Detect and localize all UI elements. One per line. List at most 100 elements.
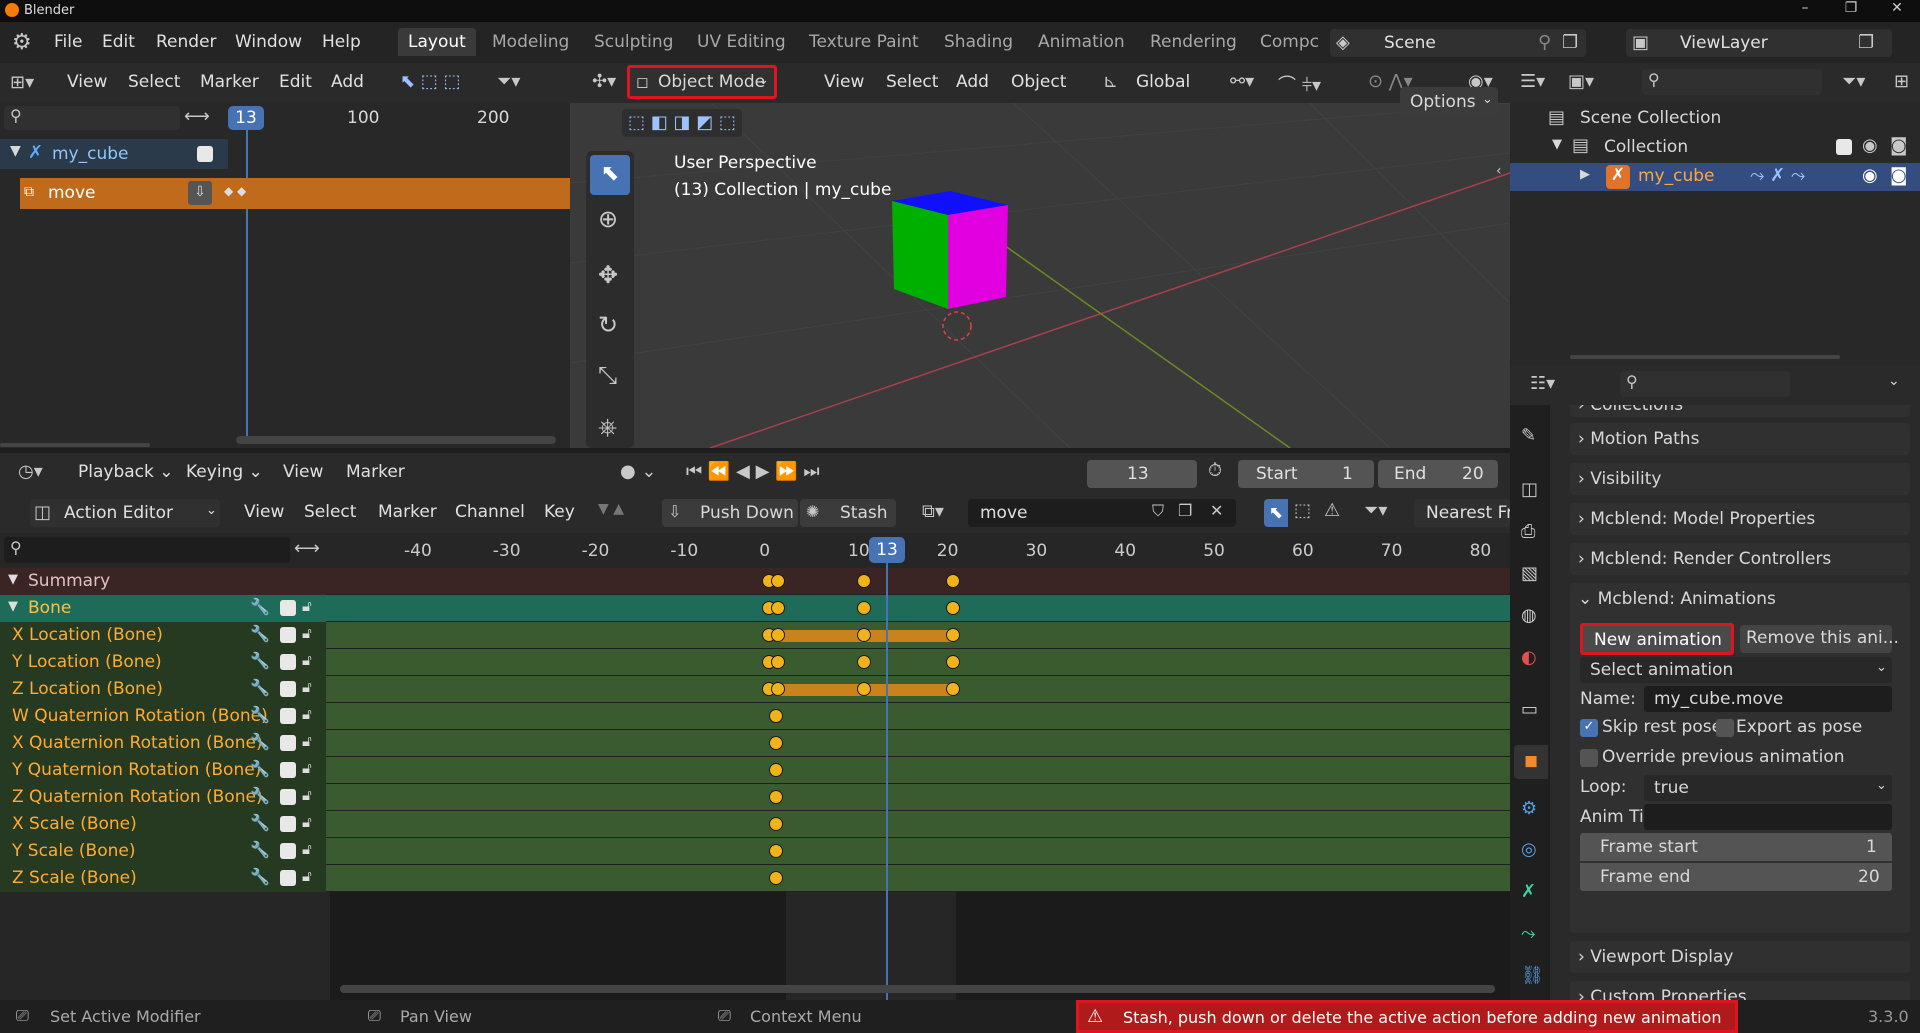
keyframe[interactable] (946, 628, 960, 642)
editor-mode-dropdown[interactable]: ◫ Action Editor ⌄ (30, 499, 220, 527)
summary-row[interactable]: Summary ▼ (0, 568, 1510, 595)
action-browse-icon[interactable]: ⧉▾ (922, 501, 944, 522)
panel-motion-paths[interactable]: › Motion Paths (1570, 423, 1910, 455)
only-selected-icon[interactable]: ⬉ (1264, 499, 1288, 527)
expand-icon[interactable]: ▼ (8, 572, 18, 587)
frame-end-field[interactable]: Frame end 20 (1580, 863, 1892, 891)
duplicate-icon[interactable]: ❐ (1178, 501, 1192, 520)
modifier-icon[interactable]: 🔧 (250, 786, 270, 805)
collection-tab-icon[interactable]: ▭ (1521, 699, 1538, 720)
snap-dropdown[interactable]: Nearest Fr (1414, 499, 1510, 527)
keyframe[interactable] (771, 628, 785, 642)
lock-icon[interactable]: 🔓︎ (302, 867, 312, 885)
viewport-menu-view[interactable]: View (824, 72, 864, 92)
nla-search-input[interactable]: ⚲ (4, 106, 180, 130)
display-mode-icon[interactable]: ▣▾ (1568, 71, 1594, 92)
modifier-icon[interactable]: 🔧 (250, 651, 270, 670)
channel-checkbox[interactable] (280, 627, 296, 643)
new-collection-icon[interactable]: ⊞ (1894, 71, 1909, 92)
override-checkbox[interactable] (1580, 749, 1598, 767)
fake-user-icon[interactable]: ⛉ (1152, 501, 1164, 521)
editor-type-icon[interactable]: ✣▾ (592, 71, 616, 92)
nla-menu-select[interactable]: Select (128, 72, 180, 92)
skip-rest-poses-checkbox[interactable]: ✓ (1580, 719, 1598, 737)
anim-time-input[interactable] (1644, 804, 1892, 830)
track-checkbox[interactable] (197, 146, 213, 162)
keyframe[interactable] (946, 682, 960, 696)
keyframe[interactable] (771, 655, 785, 669)
channel-row[interactable]: Z Quaternion Rotation (Bone) 🔧 🔓︎ (0, 784, 1510, 811)
lock-icon[interactable]: 🔓︎ (302, 678, 312, 696)
output-tab-icon[interactable]: ⎙ (1521, 521, 1535, 542)
cursor-tool-icon[interactable]: ⊕ (598, 205, 618, 233)
keyframe[interactable] (769, 844, 783, 858)
channel-name[interactable]: Z Location (Bone) (12, 679, 163, 699)
sync-icon[interactable]: ⟷ (294, 538, 320, 559)
modifier-icon[interactable]: 🔧 (250, 597, 270, 616)
channel-search-input[interactable]: ⚲ (4, 537, 290, 563)
nla-current-frame[interactable]: 13 (228, 106, 264, 130)
menu-file[interactable]: File (54, 32, 82, 52)
action-menu-select[interactable]: Select (304, 502, 356, 522)
scale-tool-icon[interactable]: ⤡ (598, 361, 617, 389)
action-current-frame[interactable]: 13 (869, 537, 905, 563)
channel-row[interactable]: X Location (Bone) 🔧 🔓︎ (0, 622, 1510, 649)
warning-filter-icon[interactable]: ⚠ (1324, 500, 1340, 521)
select-tool-icon[interactable]: ⬉ ⬚ ⬚ (400, 71, 461, 92)
lock-icon[interactable]: 🔓︎ (302, 705, 312, 723)
blender-menu-icon[interactable]: ⚙ (12, 30, 32, 55)
modifier-icon[interactable]: 🔧 (250, 840, 270, 859)
channel-name[interactable]: Z Scale (Bone) (12, 868, 137, 888)
channel-row[interactable]: Z Location (Bone) 🔧 🔓︎ (0, 676, 1510, 703)
lock-icon[interactable]: 🔓︎ (302, 840, 312, 858)
maximize-icon[interactable]: ❐ (1828, 0, 1874, 22)
menu-render[interactable]: Render (156, 32, 217, 52)
channel-checkbox[interactable] (280, 843, 296, 859)
viewlayer-selector[interactable]: ▣ ViewLayer ❐ (1626, 29, 1892, 57)
scene-selector[interactable]: ◈ Scene ⚲ ❐ (1330, 29, 1586, 57)
lock-icon[interactable]: 🔓︎ (302, 759, 312, 777)
keyframe[interactable] (769, 763, 783, 777)
action-menu-channel[interactable]: Channel (455, 502, 525, 522)
pin-icon[interactable]: ⚲ (1538, 32, 1551, 53)
frame-start-field[interactable]: Frame start 1 (1580, 833, 1892, 861)
keyframe[interactable] (769, 736, 783, 750)
channel-row[interactable]: W Quaternion Rotation (Bone) 🔧 🔓︎ (0, 703, 1510, 730)
keyframe[interactable] (771, 682, 785, 696)
stopwatch-icon[interactable]: ⏱ (1208, 460, 1222, 481)
collection-label[interactable]: Collection (1604, 137, 1688, 157)
panel-mcblend-model[interactable]: › Mcblend: Model Properties (1570, 503, 1910, 535)
lock-icon[interactable]: 🔓︎ (302, 597, 312, 615)
action-menu-marker[interactable]: Marker (378, 502, 437, 522)
lock-icon[interactable]: 🔓︎ (302, 624, 312, 642)
channel-row[interactable]: Y Scale (Bone) 🔧 🔓︎ (0, 838, 1510, 865)
options-dropdown[interactable]: Options ⌄ (1400, 87, 1498, 117)
timeline-menu-marker[interactable]: Marker (346, 462, 405, 482)
channel-row[interactable]: X Scale (Bone) 🔧 🔓︎ (0, 811, 1510, 838)
start-frame-field[interactable]: Start 1 (1238, 460, 1374, 488)
channel-name[interactable]: Y Quaternion Rotation (Bone) (12, 760, 261, 780)
select-box-icon[interactable]: ⬚ ◧ ◨ ◩ ⬚ (628, 112, 736, 133)
channel-checkbox[interactable] (280, 654, 296, 670)
channel-name[interactable]: X Scale (Bone) (12, 814, 137, 834)
panel-viewport-display[interactable]: › Viewport Display (1570, 941, 1910, 973)
nla-strip[interactable]: ⧉ move ⇩ ◆ ◆ (20, 178, 570, 209)
minimize-icon[interactable]: – (1782, 0, 1828, 22)
record-icon[interactable]: ● ⌄ (620, 461, 657, 482)
keyframe[interactable] (857, 574, 871, 588)
viewport-menu-add[interactable]: Add (956, 72, 989, 92)
scene-name[interactable]: Scene (1384, 33, 1436, 53)
sidebar-toggle-icon[interactable]: ‹ (1496, 163, 1502, 179)
armature-data-tab-icon[interactable]: ✗ (1521, 881, 1536, 902)
lock-icon[interactable]: 🔓︎ (302, 813, 312, 831)
object-label[interactable]: my_cube (1638, 166, 1715, 186)
scene-collection-label[interactable]: Scene Collection (1580, 108, 1721, 128)
viewlayer-name[interactable]: ViewLayer (1680, 33, 1768, 53)
timeline-menu-playback[interactable]: Playback ⌄ (78, 462, 174, 482)
modifier-icon[interactable]: 🔧 (250, 678, 270, 697)
tab-texture-paint[interactable]: Texture Paint (809, 32, 919, 52)
select-tool-icon[interactable]: ⬉ (590, 155, 630, 195)
select-animation-dropdown[interactable]: Select animation ⌄ (1580, 657, 1892, 683)
keyframe[interactable] (857, 682, 871, 696)
sync-icon[interactable]: ⟷ (184, 106, 210, 127)
